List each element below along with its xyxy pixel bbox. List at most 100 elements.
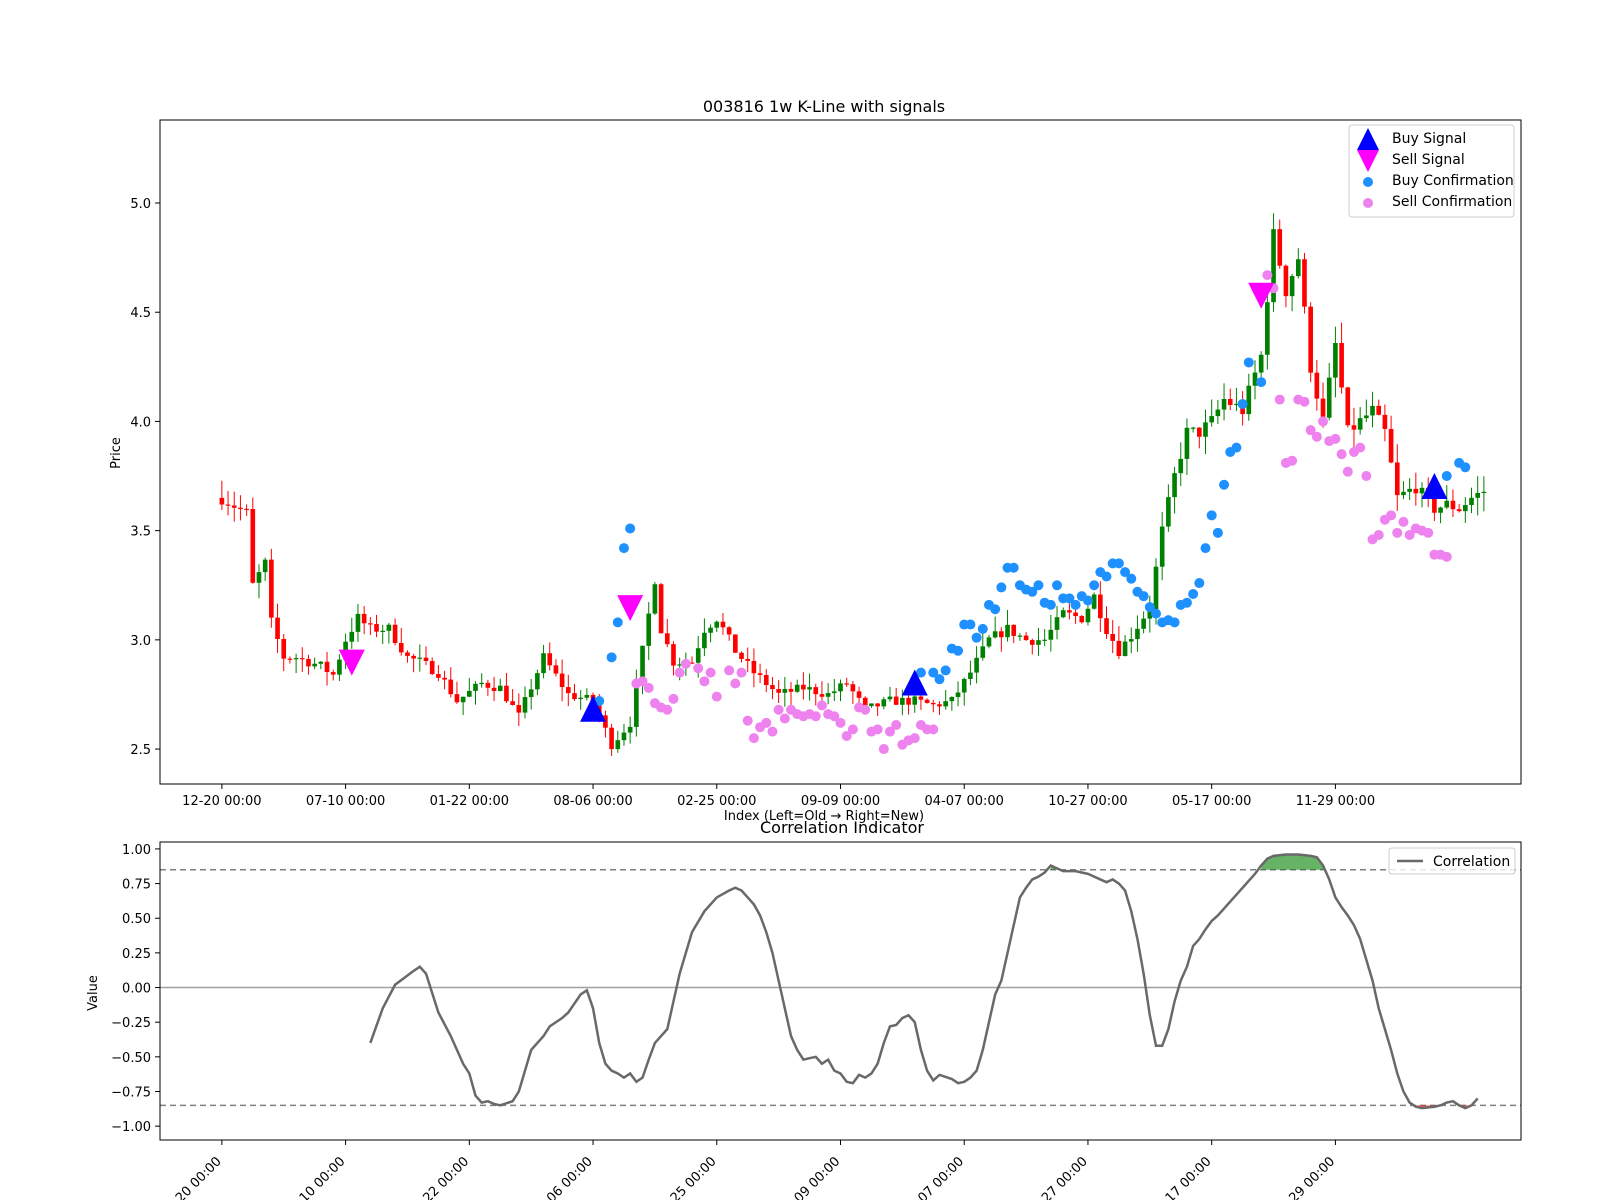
- legend-buy-signal-label: Buy Signal: [1392, 131, 1466, 147]
- sell-confirmation-point: [891, 720, 902, 731]
- candle-body: [850, 684, 856, 692]
- candle-body: [807, 687, 812, 690]
- candle-body: [1104, 618, 1109, 634]
- sell-confirmation-point: [736, 667, 747, 678]
- candle-body: [553, 665, 559, 674]
- candle-body: [788, 688, 794, 692]
- corr-title: Correlation Indicator: [760, 818, 924, 837]
- candle-body: [770, 685, 775, 690]
- candle-body: [912, 696, 918, 705]
- sell-confirmation-point: [1299, 396, 1310, 407]
- candle-body: [1005, 624, 1010, 638]
- sell-confirmation-point: [1441, 551, 1452, 562]
- candle-body: [1128, 639, 1134, 642]
- buy-confirmation-point: [965, 619, 976, 630]
- candle-body: [1203, 422, 1208, 437]
- candle-body: [1394, 462, 1400, 496]
- candle-body: [522, 697, 528, 713]
- candle-body: [1172, 473, 1177, 498]
- candle-body: [714, 621, 720, 628]
- candle-body: [726, 627, 732, 635]
- candle-body: [924, 699, 930, 703]
- sell-confirmation-point: [860, 704, 871, 715]
- candle-body: [893, 696, 899, 705]
- candle-body: [448, 679, 454, 695]
- candle-body: [361, 613, 367, 624]
- kline-x-tick-label: 11-29 00:00: [1296, 794, 1375, 809]
- corr-y-tick-label: −0.75: [111, 1085, 151, 1100]
- corr-y-tick-label: 0.25: [122, 947, 151, 962]
- candle-body: [466, 690, 472, 697]
- sell-confirmation-point: [705, 667, 716, 678]
- candle-body: [961, 678, 967, 693]
- buy-confirmation-point: [606, 652, 617, 663]
- candle-body: [417, 657, 423, 659]
- candle-body: [1382, 414, 1388, 429]
- sell-confirmation-point: [1311, 431, 1322, 442]
- candle-body: [238, 507, 243, 509]
- sell-confirmation-point: [674, 667, 685, 678]
- candle-body: [1333, 343, 1338, 378]
- candle-body: [473, 683, 478, 691]
- candle-body: [306, 658, 311, 667]
- candle-body: [1444, 500, 1450, 508]
- kline-x-tick-label: 05-17 00:00: [1172, 794, 1251, 809]
- candle-body: [1079, 616, 1085, 623]
- buy-confirmation-point: [953, 645, 964, 656]
- candle-body: [702, 632, 707, 649]
- corr-y-tick-label: 1.00: [122, 843, 151, 858]
- candle-body: [1110, 633, 1116, 641]
- candle-body: [1314, 372, 1320, 399]
- candle-body: [1029, 640, 1035, 645]
- candle-body: [869, 703, 874, 707]
- sell-confirmation-point: [1274, 394, 1285, 405]
- candle-body: [1450, 500, 1456, 510]
- corr-y-tick-label: 0.00: [122, 982, 151, 997]
- legend-sell-confirmation-marker: [1363, 198, 1373, 208]
- candle-body: [380, 630, 386, 633]
- candle-body: [708, 627, 713, 633]
- sell-confirmation-point: [1392, 527, 1403, 538]
- candle-body: [1376, 405, 1382, 415]
- kline-x-tick-label: 01-22 00:00: [430, 794, 509, 809]
- candle-body: [782, 688, 788, 693]
- candle-body: [918, 696, 924, 700]
- candle-body: [1302, 259, 1307, 307]
- kline-y-tick-label: 2.5: [130, 743, 151, 758]
- candle-body: [695, 648, 701, 663]
- candle-body: [262, 559, 268, 573]
- candle-body: [1017, 635, 1023, 637]
- candle-body: [528, 689, 534, 698]
- buy-confirmation-point: [1231, 442, 1242, 453]
- candle-body: [1073, 612, 1078, 617]
- buy-confirmation-point: [1113, 558, 1124, 569]
- buy-confirmation-point: [1070, 599, 1081, 610]
- candle-body: [720, 621, 726, 628]
- buy-confirmation-point: [1200, 543, 1211, 554]
- candle-body: [1265, 302, 1270, 355]
- candle-body: [968, 672, 973, 679]
- sell-confirmation-point: [835, 717, 846, 728]
- candle-body: [1246, 385, 1252, 415]
- candle-body: [992, 631, 998, 638]
- kline-x-tick-label: 10-27 00:00: [1048, 794, 1127, 809]
- candle-body: [986, 637, 992, 647]
- candle-body: [436, 674, 441, 678]
- candle-body: [225, 504, 231, 506]
- candle-body: [627, 726, 633, 733]
- candle-body: [547, 653, 553, 666]
- candle-body: [454, 694, 460, 703]
- candle-body: [504, 685, 509, 702]
- candle-body: [1463, 505, 1468, 512]
- candle-body: [751, 660, 757, 674]
- candle-body: [442, 677, 447, 680]
- candle-body: [1184, 427, 1190, 459]
- candle-body: [269, 559, 274, 618]
- candle-body: [299, 658, 305, 660]
- candle-body: [646, 613, 652, 646]
- buy-confirmation-point: [612, 617, 623, 628]
- buy-confirmation-point: [618, 543, 629, 554]
- legend-buy-confirmation-marker: [1363, 177, 1373, 187]
- sell-confirmation-point: [928, 724, 939, 735]
- sell-confirmation-point: [668, 693, 679, 704]
